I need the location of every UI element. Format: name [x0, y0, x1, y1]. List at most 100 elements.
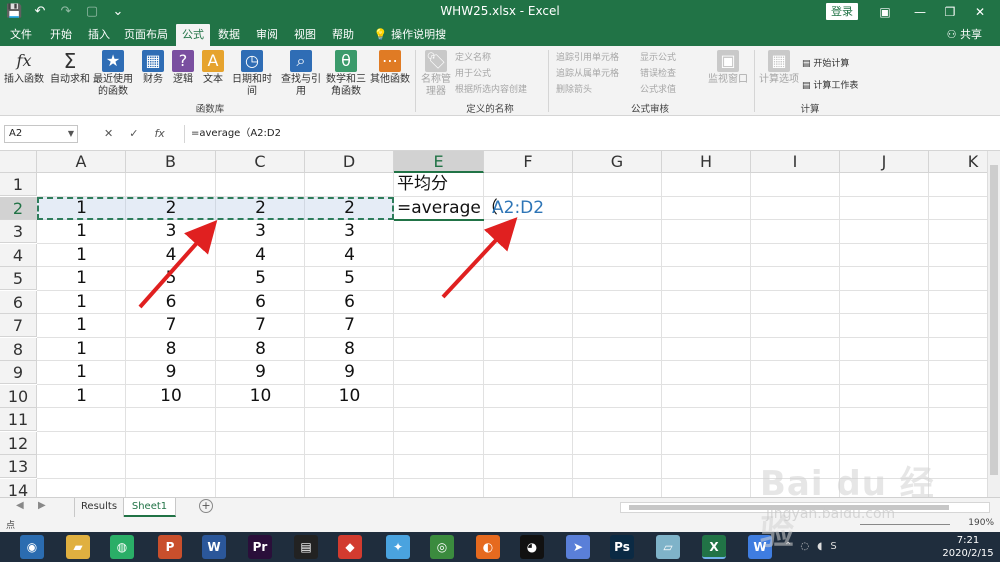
date-time-button[interactable]: ◷ 日期和时间	[228, 50, 276, 98]
define-name-command[interactable]: 定义名称	[455, 52, 491, 64]
cell-d8[interactable]: 8	[305, 338, 394, 361]
cancel-icon[interactable]: ✕	[104, 125, 113, 143]
taskbar-premiere-icon[interactable]: Pr	[248, 535, 272, 559]
taskbar-word-icon[interactable]: W	[202, 535, 226, 559]
share-button[interactable]: ⚇ 共享	[947, 24, 982, 46]
tab-help[interactable]: 帮助	[328, 24, 358, 46]
column-header-d[interactable]: D	[305, 151, 394, 173]
column-header-a[interactable]: A	[37, 151, 126, 173]
row-header-2[interactable]: 2	[0, 196, 37, 220]
horizontal-scrollbar[interactable]	[620, 502, 990, 513]
column-header-b[interactable]: B	[126, 151, 216, 173]
add-sheet-icon[interactable]: +	[199, 499, 213, 513]
taskbar-powerpoint-icon[interactable]: P	[158, 535, 182, 559]
taskbar-browser-icon[interactable]: ◉	[20, 535, 44, 559]
name-manager-button[interactable]: 🏷 名称管理器	[420, 50, 452, 98]
insert-function-button[interactable]: fx 插入函数	[4, 50, 44, 86]
column-header-i[interactable]: I	[751, 151, 840, 173]
calc-options-button[interactable]: ▦ 计算选项	[758, 50, 800, 86]
taskbar-wps-icon[interactable]: W	[748, 535, 772, 559]
tab-page-layout[interactable]: 页面布局	[122, 24, 170, 46]
cell-a4[interactable]: 1	[37, 244, 126, 267]
taskbar-app-eraser-icon[interactable]: ▱	[656, 535, 680, 559]
name-box[interactable]: A2 ▼	[4, 125, 78, 143]
cell-b6[interactable]: 6	[126, 291, 216, 314]
row-header-1[interactable]: 1	[0, 173, 37, 196]
maximize-icon[interactable]: ❐	[935, 0, 965, 24]
row-header-3[interactable]: 3	[0, 220, 37, 243]
minimize-icon[interactable]: —	[905, 0, 935, 24]
taskbar-explorer-icon[interactable]: ▰	[66, 535, 90, 559]
input-method-icon[interactable]: S	[830, 541, 836, 552]
worksheet-grid[interactable]: ABCDEFGHIJK 1 2 3 4 5 6 7 8 9 10 11 12 13 14 平均分 =aver…	[0, 151, 987, 497]
vertical-scroll-thumb[interactable]	[990, 165, 998, 475]
cell-d7[interactable]: 7	[305, 314, 394, 337]
cell-c5[interactable]: 5	[216, 267, 305, 290]
cell-a5[interactable]: 1	[37, 267, 126, 290]
remove-arrows-command[interactable]: 删除箭头	[556, 84, 592, 96]
cell-d2[interactable]: 2	[305, 197, 394, 220]
tab-data[interactable]: 数据	[214, 24, 244, 46]
watch-window-button[interactable]: ▣ 监视窗口	[706, 50, 750, 86]
taskbar-wechat-icon[interactable]: ◍	[110, 535, 134, 559]
trace-dependents-command[interactable]: 追踪从属单元格	[556, 68, 619, 80]
cell-d10[interactable]: 10	[305, 385, 394, 408]
zoom-slider[interactable]	[860, 524, 950, 525]
column-header-c[interactable]: C	[216, 151, 305, 173]
taskbar-video-icon[interactable]: ▤	[294, 535, 318, 559]
column-header-j[interactable]: J	[840, 151, 929, 173]
taskbar-firefox-icon[interactable]: ◐	[476, 535, 500, 559]
row-header-7[interactable]: 7	[0, 314, 37, 337]
cell-c3[interactable]: 3	[216, 220, 305, 243]
zoom-level[interactable]: 190%	[968, 518, 994, 528]
formula-input[interactable]: =average（A2:D2	[184, 125, 996, 143]
row-header-9[interactable]: 9	[0, 361, 37, 384]
cell-e1[interactable]: 平均分	[394, 173, 484, 196]
tell-me-search[interactable]: 💡 操作说明搜索	[370, 24, 450, 63]
column-header-k[interactable]: K	[929, 151, 987, 173]
cell-c10[interactable]: 10	[216, 385, 305, 408]
ribbon-display-icon[interactable]: ▣	[870, 0, 900, 24]
cell-b2[interactable]: 2	[126, 197, 216, 220]
logical-button[interactable]: ? 逻辑	[170, 50, 196, 86]
taskbar-chrome-icon[interactable]: ◎	[430, 535, 454, 559]
error-checking-command[interactable]: 错误检查	[640, 68, 676, 80]
cell-a9[interactable]: 1	[37, 361, 126, 384]
cell-d3[interactable]: 3	[305, 220, 394, 243]
taskbar-excel-icon[interactable]: X	[702, 535, 726, 559]
row-header-5[interactable]: 5	[0, 267, 37, 290]
cell-a10[interactable]: 1	[37, 385, 126, 408]
cell-c7[interactable]: 7	[216, 314, 305, 337]
row-header-11[interactable]: 11	[0, 408, 37, 431]
cell-a6[interactable]: 1	[37, 291, 126, 314]
login-button[interactable]: 登录	[826, 3, 858, 20]
enter-icon[interactable]: ✓	[129, 125, 138, 143]
autosum-button[interactable]: Σ 自动求和	[50, 50, 90, 86]
cell-a7[interactable]: 1	[37, 314, 126, 337]
sheet-tab-results[interactable]: Results	[74, 498, 124, 517]
cell-a8[interactable]: 1	[37, 338, 126, 361]
prev-sheet-icon[interactable]: ◀	[16, 500, 24, 511]
cell-b8[interactable]: 8	[126, 338, 216, 361]
column-header-f[interactable]: F	[484, 151, 573, 173]
cell-c4[interactable]: 4	[216, 244, 305, 267]
row-header-12[interactable]: 12	[0, 431, 37, 455]
taskbar-app-red-icon[interactable]: ◆	[338, 535, 362, 559]
chevron-down-icon[interactable]: ▼	[68, 126, 74, 142]
tab-file[interactable]: 文件	[6, 24, 36, 46]
network-icon[interactable]: ◌	[800, 541, 809, 552]
cell-a3[interactable]: 1	[37, 220, 126, 243]
use-in-formula-command[interactable]: 用于公式	[455, 68, 491, 80]
vertical-scrollbar[interactable]	[987, 151, 1000, 497]
show-formulas-command[interactable]: 显示公式	[640, 52, 676, 64]
tab-view[interactable]: 视图	[290, 24, 320, 46]
fx-icon[interactable]: fx	[154, 125, 164, 143]
cell-d9[interactable]: 9	[305, 361, 394, 384]
cell-c2[interactable]: 2	[216, 197, 305, 220]
taskbar-qq-icon[interactable]: ◕	[520, 535, 544, 559]
taskbar-app-bird-icon[interactable]: ✦	[386, 535, 410, 559]
cell-b7[interactable]: 7	[126, 314, 216, 337]
trace-precedents-command[interactable]: 追踪引用单元格	[556, 52, 619, 64]
cell-c8[interactable]: 8	[216, 338, 305, 361]
cell-e2-formula[interactable]: =average（	[394, 197, 498, 220]
